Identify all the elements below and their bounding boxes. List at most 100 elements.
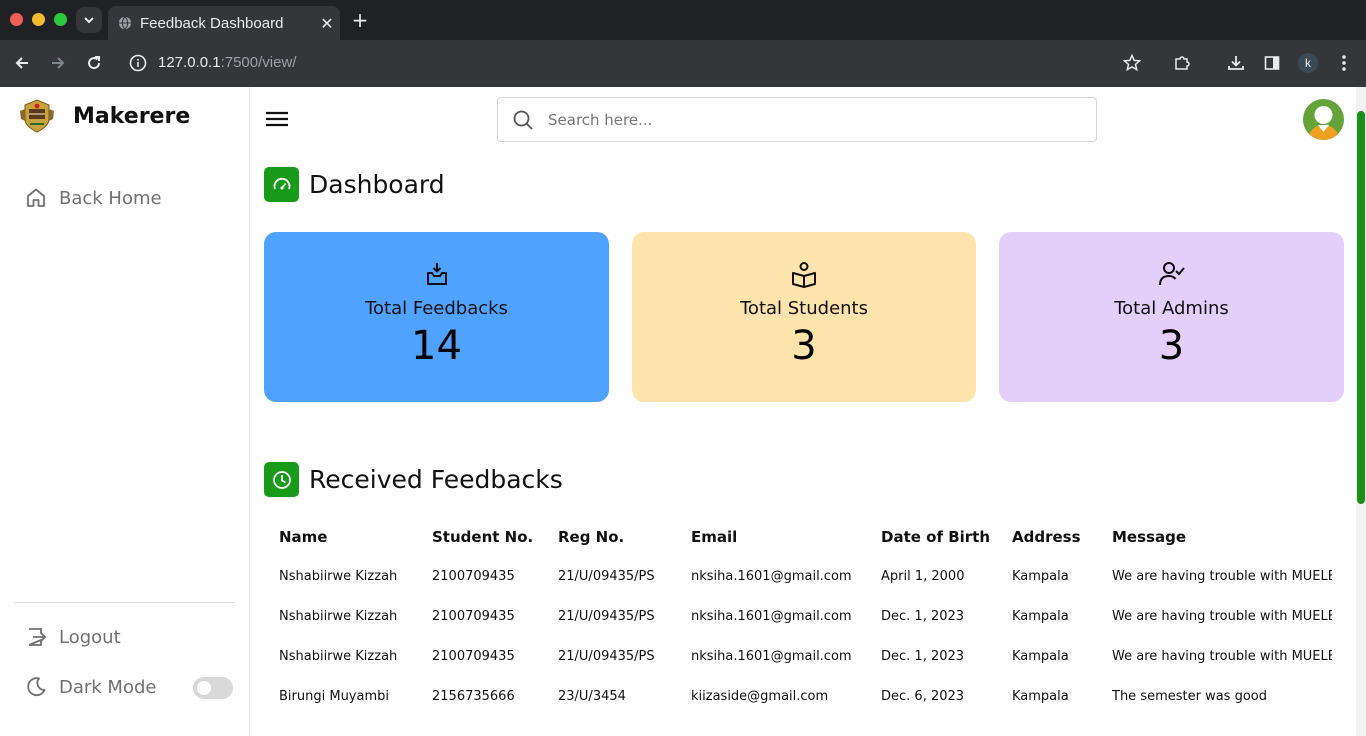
table-cell: We are having trouble with MUELE <box>1112 569 1332 584</box>
table-cell: Kampala <box>1012 609 1069 624</box>
user-avatar[interactable] <box>1303 99 1344 140</box>
sidebar-item-label: Dark Mode <box>59 676 157 698</box>
moon-icon <box>27 677 46 697</box>
table-cell: nksiha.1601@gmail.com <box>691 649 852 664</box>
stat-card-total-students: Total Students 3 <box>632 232 976 402</box>
table-row[interactable]: Nshabiirwe Kizzah 2100709435 21/U/09435/PS… <box>264 637 1344 677</box>
table-row[interactable]: Birungi Muyambi 2156735666 23/U/3454 kiizas… <box>264 677 1344 717</box>
page-title: Dashboard <box>309 170 445 199</box>
table-cell: 2100709435 <box>432 649 515 664</box>
table-cell: Nshabiirwe Kizzah <box>279 609 398 624</box>
table-cell: Birungi Muyambi <box>279 689 389 704</box>
address-bar[interactable]: 127.0.0.1:7500/view/ <box>158 54 296 71</box>
column-header[interactable]: Date of Birth <box>881 517 990 557</box>
side-panel-icon <box>1264 56 1280 70</box>
table-cell: 21/U/09435/PS <box>558 649 655 664</box>
table-cell: Dec. 1, 2023 <box>881 649 965 664</box>
table-cell: nksiha.1601@gmail.com <box>691 569 852 584</box>
more-vertical-icon <box>1342 55 1346 71</box>
table-cell: 23/U/3454 <box>558 689 626 704</box>
brand[interactable]: Makerere <box>18 97 190 135</box>
tab-close-icon[interactable]: ✕ <box>314 14 340 33</box>
globe-icon <box>118 16 132 30</box>
sidebar-item-label: Logout <box>59 626 121 648</box>
section-title: Received Feedbacks <box>309 465 563 494</box>
puzzle-icon <box>1175 56 1190 70</box>
brand-name: Makerere <box>73 103 191 129</box>
window-maximize-button[interactable] <box>54 13 67 26</box>
table-cell: 2100709435 <box>432 609 515 624</box>
column-header[interactable]: Address <box>1012 517 1081 557</box>
sidebar-item-dark-mode: Dark Mode <box>24 675 156 699</box>
search-icon <box>513 110 533 130</box>
table-cell: We are having trouble with MUELE <box>1112 609 1332 624</box>
table-row[interactable]: Nshabiirwe Kizzah 2100709435 21/U/09435/PS… <box>264 597 1344 637</box>
user-check-icon <box>1158 262 1185 286</box>
table-cell: Dec. 6, 2023 <box>881 689 965 704</box>
column-header[interactable]: Message <box>1112 517 1332 557</box>
inbox-download-icon <box>426 263 447 285</box>
scrollbar-thumb[interactable] <box>1357 111 1365 504</box>
table-cell: 2156735666 <box>432 689 515 704</box>
stat-label: Total Feedbacks <box>365 298 508 319</box>
sidebar-divider <box>14 602 235 603</box>
bookmark-button[interactable] <box>1120 51 1144 75</box>
site-info-icon[interactable] <box>128 53 148 73</box>
chevron-down-icon <box>84 17 94 24</box>
table-body: Nshabiirwe Kizzah 2100709435 21/U/09435/PS… <box>264 557 1344 717</box>
back-button[interactable] <box>10 51 34 75</box>
stat-card-total-feedbacks: Total Feedbacks 14 <box>264 232 609 402</box>
stat-label: Total Admins <box>1114 298 1229 319</box>
column-header[interactable]: Reg No. <box>558 517 624 557</box>
hamburger-menu-icon[interactable] <box>265 109 289 129</box>
table-cell: 2100709435 <box>432 569 515 584</box>
dashboard-heading: Dashboard <box>264 167 445 202</box>
column-header[interactable]: Student No. <box>432 517 533 557</box>
new-tab-button[interactable]: + <box>348 8 372 32</box>
table-cell: Kampala <box>1012 649 1069 664</box>
table-cell: April 1, 2000 <box>881 569 965 584</box>
arrow-left-icon <box>15 57 28 69</box>
stat-label: Total Students <box>740 298 868 319</box>
browser-menu-button[interactable] <box>1332 51 1356 75</box>
search-input[interactable] <box>548 110 1068 129</box>
window-close-button[interactable] <box>10 13 23 26</box>
stat-value: 3 <box>1158 323 1185 369</box>
reload-button[interactable] <box>82 51 106 75</box>
tab-title: Feedback Dashboard <box>140 14 284 32</box>
logout-icon <box>28 628 47 646</box>
forward-button[interactable] <box>46 51 70 75</box>
downloads-button[interactable] <box>1224 51 1248 75</box>
table-row[interactable]: Nshabiirwe Kizzah 2100709435 21/U/09435/PS… <box>264 557 1344 597</box>
tab-search-button[interactable] <box>76 7 102 33</box>
search-bar <box>497 97 1097 142</box>
column-header[interactable]: Name <box>279 517 327 557</box>
page: Makerere Back Home Logout Dark Mode Sear… <box>0 87 1366 736</box>
browser-tab[interactable]: Feedback Dashboard ✕ <box>108 6 340 40</box>
feedbacks-table: Name Student No. Reg No. Email Date of B… <box>264 517 1344 717</box>
table-header-row: Name Student No. Reg No. Email Date of B… <box>264 517 1344 557</box>
browser-tab-bar: Feedback Dashboard ✕ + <box>0 0 1366 40</box>
reader-icon <box>792 262 816 288</box>
extensions-button[interactable] <box>1170 51 1194 75</box>
feedbacks-heading: Received Feedbacks <box>264 462 563 497</box>
url-path: :7500/view/ <box>220 54 297 71</box>
home-icon <box>27 188 45 207</box>
sidebar-item-logout[interactable]: Logout <box>24 625 121 649</box>
sidebar-item-back-home[interactable]: Back Home <box>24 186 162 210</box>
profile-avatar[interactable]: k <box>1298 53 1318 73</box>
side-panel-button[interactable] <box>1260 51 1284 75</box>
browser-toolbar: 127.0.0.1:7500/view/ k <box>0 40 1366 87</box>
page-scrollbar[interactable] <box>1356 87 1366 736</box>
table-cell: 21/U/09435/PS <box>558 569 655 584</box>
table-cell: nksiha.1601@gmail.com <box>691 609 852 624</box>
clock-icon <box>272 470 291 489</box>
dark-mode-toggle[interactable] <box>193 677 233 699</box>
window-minimize-button[interactable] <box>32 13 45 26</box>
feedbacks-badge <box>264 462 299 497</box>
reload-icon <box>88 56 101 70</box>
user-icon <box>1308 106 1339 140</box>
column-header[interactable]: Email <box>691 517 737 557</box>
table-cell: kiizaside@gmail.com <box>691 689 829 704</box>
table-cell: 21/U/09435/PS <box>558 609 655 624</box>
